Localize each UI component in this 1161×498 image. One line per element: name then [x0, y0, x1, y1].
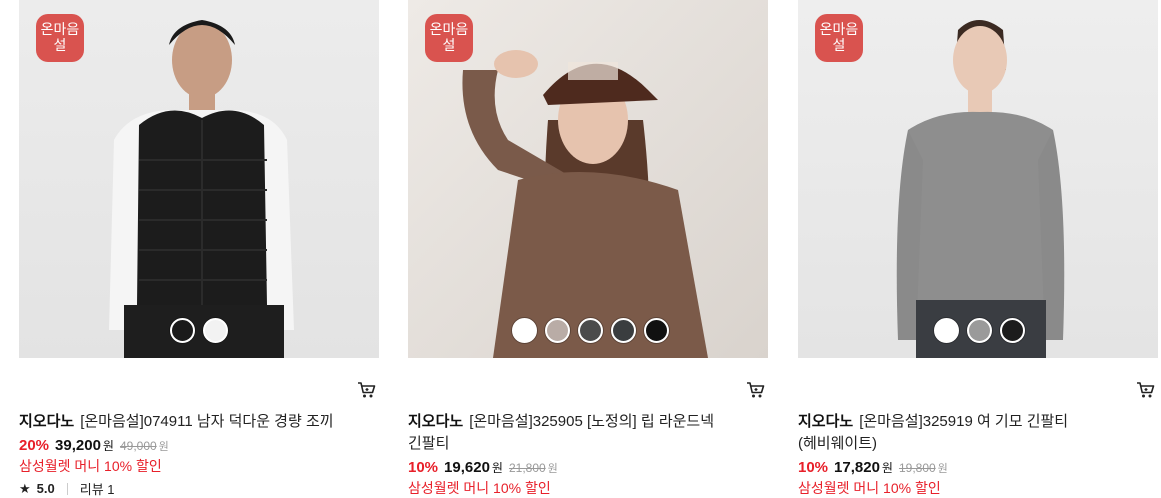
- color-swatch[interactable]: [170, 318, 195, 343]
- brand-name: 지오다노: [408, 413, 464, 430]
- promo-text: 삼성월렛 머니 10% 할인: [798, 480, 941, 496]
- color-swatch[interactable]: [967, 318, 992, 343]
- rating-row: ★ 5.0 리뷰 1: [19, 479, 115, 498]
- color-swatch[interactable]: [203, 318, 228, 343]
- promo-text: 삼성월렛 머니 10% 할인: [19, 458, 162, 474]
- original-price: 49,000: [119, 439, 157, 453]
- color-swatch[interactable]: [934, 318, 959, 343]
- review-count: 리뷰 1: [79, 482, 115, 497]
- color-swatches: [170, 318, 228, 344]
- divider: [66, 482, 68, 495]
- product-name: [온마음설]074911 남자 덕다운 경량 조끼: [80, 413, 334, 430]
- product-title[interactable]: 지오다노 [온마음설]325905 [노정의] 립 라운드넥 긴팔티: [408, 411, 748, 455]
- cart-icon[interactable]: [357, 380, 377, 400]
- product-card[interactable]: 온마음 설 지오다노 [온마음설]325919 여 기모 긴팔티 (헤비웨이트) …: [798, 0, 1158, 498]
- currency-unit: 원: [102, 439, 114, 453]
- color-swatch[interactable]: [611, 318, 636, 343]
- product-image[interactable]: 온마음 설: [19, 0, 379, 358]
- brand-name: 지오다노: [19, 413, 75, 430]
- product-image[interactable]: 온마음 설: [798, 0, 1158, 358]
- product-card[interactable]: 온마음 설 지오다노 [온마음설]325905 [노정의] 립 라운드넥 긴팔티 …: [408, 0, 768, 498]
- discount-rate: 10%: [798, 459, 829, 476]
- sale-price: 17,820: [834, 459, 880, 476]
- product-title[interactable]: 지오다노 [온마음설]325919 여 기모 긴팔티 (헤비웨이트): [798, 411, 1138, 455]
- product-card[interactable]: 온마음 설 지오다노 [온마음설]074911 남자 덕다운 경량 조끼 20% …: [19, 0, 379, 498]
- star-icon: ★: [19, 480, 31, 496]
- color-swatch[interactable]: [578, 318, 603, 343]
- promo-text: 삼성월렛 머니 10% 할인: [408, 480, 551, 496]
- color-swatches: [934, 318, 1025, 344]
- promo-badge: 온마음 설: [815, 14, 863, 62]
- original-currency-unit: 원: [937, 463, 948, 475]
- cart-icon[interactable]: [1136, 380, 1156, 400]
- rating-value: 5.0: [36, 481, 55, 496]
- price-row: 10% 19,620 원 21,800 원: [408, 459, 558, 476]
- color-swatch[interactable]: [512, 318, 537, 343]
- currency-unit: 원: [491, 461, 503, 475]
- original-price: 19,800: [898, 461, 936, 475]
- color-swatch[interactable]: [644, 318, 669, 343]
- discount-rate: 10%: [408, 459, 439, 476]
- price-row: 10% 17,820 원 19,800 원: [798, 459, 948, 476]
- brand-name: 지오다노: [798, 413, 854, 430]
- cart-icon[interactable]: [746, 380, 766, 400]
- color-swatch[interactable]: [1000, 318, 1025, 343]
- promo-badge: 온마음 설: [36, 14, 84, 62]
- sale-price: 39,200: [55, 437, 101, 454]
- color-swatches: [512, 318, 669, 344]
- original-currency-unit: 원: [547, 463, 558, 475]
- original-currency-unit: 원: [158, 441, 169, 453]
- sale-price: 19,620: [444, 459, 490, 476]
- price-row: 20% 39,200 원 49,000 원: [19, 437, 169, 454]
- promo-badge: 온마음 설: [425, 14, 473, 62]
- color-swatch[interactable]: [545, 318, 570, 343]
- currency-unit: 원: [881, 461, 893, 475]
- product-title[interactable]: 지오다노 [온마음설]074911 남자 덕다운 경량 조끼: [19, 411, 359, 433]
- product-image[interactable]: 온마음 설: [408, 0, 768, 358]
- discount-rate: 20%: [19, 437, 50, 454]
- original-price: 21,800: [508, 461, 546, 475]
